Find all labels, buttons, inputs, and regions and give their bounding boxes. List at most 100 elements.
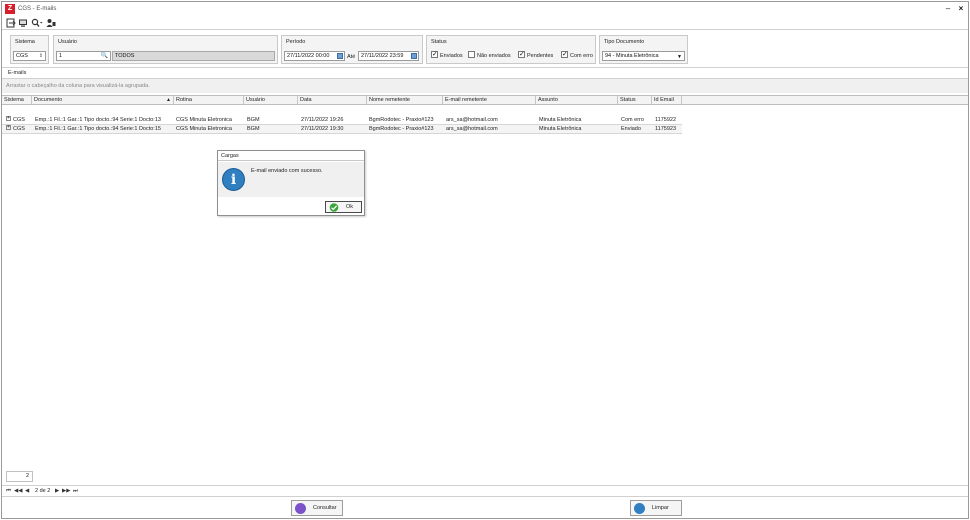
group-by-hint: Arrastar o cabeçalho da coluna para visu…: [2, 79, 968, 93]
action-bar: Consultar Limpar: [2, 496, 968, 518]
periodo-group: Período 27/11/2022 00:00 Até 27/11/2022 …: [281, 35, 423, 64]
section-title: E-mails: [2, 68, 968, 79]
grid-header: Sistema Documento ▲ Rotina Usuário Data …: [2, 95, 968, 105]
cell-status: Enviado: [621, 126, 641, 132]
calendar-icon[interactable]: [337, 53, 343, 59]
col-header-status[interactable]: Status: [618, 96, 652, 104]
expand-icon[interactable]: +: [6, 125, 11, 131]
calendar-icon[interactable]: [411, 53, 417, 59]
page-indicator: 2 de 2: [35, 488, 51, 494]
tipo-documento-select[interactable]: 94 - Minuta Eletrônica ▼: [602, 51, 685, 61]
cell-usuario: BGM: [247, 117, 260, 123]
app-logo: Z: [5, 4, 15, 14]
chevron-down-icon[interactable]: ▼: [677, 53, 682, 60]
col-header-usuario[interactable]: Usuário: [244, 96, 298, 104]
consultar-label: Consultar: [313, 505, 337, 511]
dialog-body: i E-mail enviado com sucesso.: [218, 162, 364, 197]
cell-usuario: BGM: [247, 126, 260, 132]
periodo-from-value: 27/11/2022 00:00: [287, 53, 330, 59]
col-header-email-remetente[interactable]: E-mail remetente: [443, 96, 536, 104]
col-header-documento[interactable]: Documento ▲: [32, 96, 174, 104]
limpar-button[interactable]: Limpar: [630, 500, 682, 516]
minimize-button[interactable]: –: [942, 3, 954, 15]
col-header-sistema[interactable]: Sistema: [2, 96, 32, 104]
usuario-label: Usuário: [58, 39, 77, 45]
cell-sistema: + CGS: [6, 125, 25, 132]
sistema-value: CGS: [16, 53, 28, 59]
search-dropdown-icon[interactable]: [31, 18, 43, 28]
com-erro-label: Com erro: [570, 53, 593, 59]
tipo-documento-label: Tipo Documento: [604, 39, 645, 45]
col-header-nome-remetente[interactable]: Nome remetente: [367, 96, 443, 104]
pendentes-checkbox[interactable]: ✓ Pendentes: [518, 51, 553, 61]
cell-data: 27/11/2022 19:26: [301, 117, 344, 123]
toolbar: [2, 16, 968, 30]
com-erro-checkbox[interactable]: ✓ Com erro: [561, 51, 593, 61]
clear-icon: [634, 503, 645, 514]
cell-sistema: + CGS: [6, 116, 25, 123]
table-row[interactable]: + CGS Emp.:1 Fil.:1 Gar.:1 Tipo docto.:94…: [2, 116, 682, 125]
nao-enviados-checkbox[interactable]: Não enviados: [468, 51, 511, 61]
search-icon[interactable]: 🔍: [101, 52, 108, 60]
cell-nome-remetente: BgmRodotec - Praxio#123: [369, 117, 434, 123]
col-header-rotina[interactable]: Rotina: [174, 96, 244, 104]
cell-data: 27/11/2022 19:30: [301, 126, 344, 132]
col-header-data[interactable]: Data: [298, 96, 367, 104]
pager: ⏮ ◀◀ ◀ 2 de 2 ▶ ▶▶ ⏭: [2, 485, 968, 495]
cell-email-remetente: ars_sa@hotmail.com: [446, 117, 498, 123]
exit-icon[interactable]: [6, 18, 16, 28]
usuario-group: Usuário 1 🔍 TODOS: [53, 35, 278, 64]
status-label: Status: [431, 39, 447, 45]
periodo-from-field[interactable]: 27/11/2022 00:00: [284, 51, 345, 61]
last-page-icon[interactable]: ⏭: [73, 487, 78, 495]
cell-documento: Emp.:1 Fil.:1 Gar.:1 Tipo docto.:94 Seri…: [35, 126, 161, 132]
cell-status: Com erro: [621, 117, 644, 123]
next-icon[interactable]: ▶: [55, 487, 59, 495]
periodo-to-field[interactable]: 27/11/2022 23:59: [358, 51, 419, 61]
cell-rotina: CGS Minuta Eletronica: [176, 126, 232, 132]
ok-button[interactable]: Ok: [325, 201, 362, 213]
col-header-assunto[interactable]: Assunto: [536, 96, 618, 104]
cell-documento: Emp.:1 Fil.:1 Gar.:1 Tipo docto.:94 Seri…: [35, 117, 161, 123]
periodo-label: Período: [286, 39, 306, 45]
cell-id-email: 1175923: [655, 126, 677, 132]
title-bar: Z CGS - E-mails – ×: [2, 2, 968, 16]
record-count: 2: [6, 471, 33, 482]
tipo-documento-group: Tipo Documento 94 - Minuta Eletrônica ▼: [599, 35, 688, 64]
first-page-icon[interactable]: ⏮: [6, 487, 11, 495]
check-icon: ✓: [561, 51, 568, 59]
display-icon[interactable]: [18, 18, 28, 28]
dialog-title: Cargas: [218, 151, 364, 161]
pendentes-label: Pendentes: [527, 53, 554, 59]
spinner-icon[interactable]: ⇕: [39, 52, 43, 60]
ok-label: Ok: [346, 204, 354, 210]
filter-panel: Sistema CGS ⇕ Usuário 1 🔍 TODOS Período …: [2, 31, 968, 68]
expand-icon[interactable]: +: [6, 116, 11, 122]
next-page-icon[interactable]: ▶▶: [62, 487, 70, 495]
main-window: Z CGS - E-mails – × Sistema CGS ⇕ Usuári…: [1, 1, 969, 519]
usuario-code-field[interactable]: 1 🔍: [56, 51, 111, 61]
col-header-documento-label: Documento: [34, 97, 63, 103]
emails-grid: Sistema Documento ▲ Rotina Usuário Data …: [2, 93, 968, 470]
check-icon: [329, 203, 339, 212]
usuario-name-field: TODOS: [112, 51, 275, 61]
table-row[interactable]: + CGS Emp.:1 Fil.:1 Gar.:1 Tipo docto.:94…: [2, 125, 682, 134]
nao-enviados-label: Não enviados: [477, 53, 511, 59]
prev-icon[interactable]: ◀: [25, 487, 29, 495]
users-icon[interactable]: [46, 18, 56, 28]
limpar-label: Limpar: [652, 505, 669, 511]
sistema-field[interactable]: CGS ⇕: [13, 51, 46, 61]
search-icon: [295, 503, 306, 514]
periodo-to-label: Até: [347, 54, 356, 60]
cell-assunto: Minuta Eletrônica: [539, 126, 582, 132]
cell-email-remetente: ars_sa@hotmail.com: [446, 126, 498, 132]
close-button[interactable]: ×: [955, 3, 967, 15]
col-header-id-email[interactable]: Id Email: [652, 96, 682, 104]
prev-page-icon[interactable]: ◀◀: [14, 487, 22, 495]
check-icon: ✓: [431, 51, 438, 59]
usuario-code-value: 1: [59, 53, 63, 59]
cell-rotina: CGS Minuta Eletronica: [176, 117, 232, 123]
enviados-checkbox[interactable]: ✓ Enviados: [431, 51, 463, 61]
tipo-documento-value: 94 - Minuta Eletrônica: [605, 53, 659, 59]
consultar-button[interactable]: Consultar: [291, 500, 343, 516]
